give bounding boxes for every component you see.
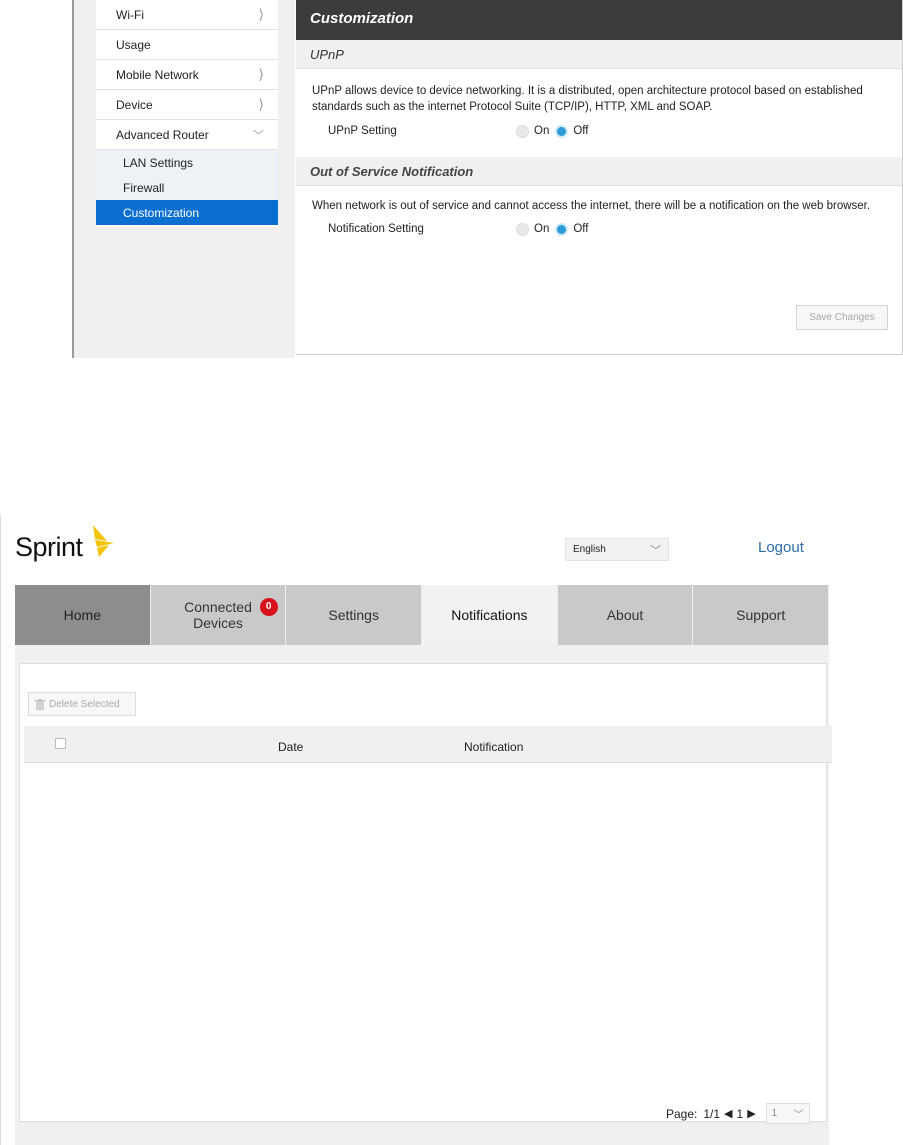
delete-selected-label: Delete Selected (49, 698, 120, 710)
page-select-value: 1 (771, 1108, 778, 1119)
chevron-right-icon: ⟩ (258, 66, 264, 82)
chevron-right-icon: ⟩ (258, 6, 264, 22)
select-all-checkbox[interactable] (55, 738, 66, 749)
language-value: English (573, 544, 606, 555)
language-select[interactable]: English ﹀ (565, 538, 669, 561)
sidebar-subitem-lan-settings[interactable]: LAN Settings (96, 150, 278, 175)
sidebar-bottom-edge (96, 225, 278, 227)
column-header-date: Date (278, 740, 304, 754)
oos-section-heading: Out of Service Notification (296, 157, 902, 186)
upnp-on-label: On (534, 125, 550, 137)
upnp-on-radio[interactable] (516, 124, 529, 138)
sidebar-item-label: Advanced Router (116, 127, 209, 142)
tab-about[interactable]: About (558, 585, 694, 645)
main-tabs: Home Connected Devices 0 Settings Notifi… (15, 585, 830, 645)
sidebar-item-mobile-network[interactable]: Mobile Network ⟩ (96, 60, 278, 90)
pager-label: Page: (666, 1106, 698, 1121)
logout-link[interactable]: Logout (758, 539, 804, 556)
sidebar-item-wifi[interactable]: Wi-Fi ⟩ (96, 0, 278, 30)
notifications-card: Delete Selected Date Notification (19, 663, 832, 1122)
chevron-down-icon: ﹀ (650, 544, 661, 557)
save-changes-button[interactable]: Save Changes (796, 305, 888, 330)
column-header-notification: Notification (464, 740, 524, 754)
page-title: Customization (296, 0, 902, 40)
router-customization-screenshot: Wi-Fi ⟩ Usage Mobile Network ⟩ Device ⟩ … (0, 0, 903, 358)
tab-label: Notifications (451, 607, 528, 623)
sidebar-item-label: Usage (116, 37, 151, 52)
sidebar-subitem-customization[interactable]: Customization (96, 200, 278, 225)
tab-label: Home (63, 607, 102, 623)
chevron-down-icon: ﹀ (793, 1110, 804, 1121)
notifications-screenshot: Sprint English ﹀ Logout Home Connected D… (0, 515, 903, 1145)
page-select[interactable]: 1 ﹀ (765, 1103, 810, 1124)
pager-current-of-total: 1/1 (703, 1106, 721, 1121)
sprint-logo: Sprint (15, 523, 121, 563)
table-header: Date Notification (24, 726, 832, 763)
tab-label: About (606, 607, 644, 623)
upnp-section-heading: UPnP (296, 40, 902, 69)
next-page-icon[interactable]: ▶ (747, 1107, 755, 1120)
upnp-off-radio[interactable] (555, 124, 569, 138)
sidebar-subitem-label: Customization (123, 205, 200, 220)
notification-off-label: Off (573, 223, 589, 235)
notification-setting-label: Notification Setting (328, 223, 424, 235)
sidebar-item-label: Mobile Network (116, 67, 199, 82)
sprint-pin-icon (92, 525, 114, 557)
tab-home[interactable]: Home (15, 585, 151, 645)
notification-setting-row: Notification Setting On Off (296, 217, 902, 241)
trash-icon (35, 698, 45, 710)
sidebar-item-label: Device (116, 97, 153, 112)
prev-page-icon[interactable]: ◀ (724, 1107, 732, 1120)
delete-selected-button[interactable]: Delete Selected (28, 692, 136, 716)
sidebar-item-advanced-router[interactable]: Advanced Router ﹀ (96, 120, 278, 150)
tab-label-line2: Devices (193, 615, 243, 631)
upnp-setting-label: UPnP Setting (328, 125, 397, 137)
sidebar-subitem-firewall[interactable]: Firewall (96, 175, 278, 200)
logo-wordmark: Sprint (15, 532, 83, 562)
chevron-right-icon: ⟩ (258, 96, 264, 112)
sidebar-item-label: Wi-Fi (116, 7, 144, 22)
tab-support[interactable]: Support (693, 585, 830, 645)
notification-on-label: On (534, 223, 550, 235)
tab-label-line1: Connected (184, 599, 252, 615)
notification-on-radio[interactable] (516, 222, 529, 236)
tab-notifications[interactable]: Notifications (422, 585, 558, 645)
tab-connected-devices[interactable]: Connected Devices 0 (151, 585, 287, 645)
tab-label: Settings (328, 607, 379, 623)
app-shell: Sprint English ﹀ Logout Home Connected D… (0, 515, 838, 1145)
upnp-off-label: Off (573, 125, 589, 137)
tab-label: Connected Devices (184, 599, 252, 631)
sidebar-item-device[interactable]: Device ⟩ (96, 90, 278, 120)
upnp-description: UPnP allows device to device networking.… (312, 85, 863, 113)
sidebar-subitem-label: LAN Settings (123, 155, 194, 170)
sidebar-subitem-label: Firewall (123, 180, 165, 195)
sidebar-item-usage[interactable]: Usage (96, 30, 278, 60)
tab-label: Support (736, 607, 786, 623)
tab-settings[interactable]: Settings (286, 585, 423, 645)
pager-page-number: 1 (736, 1106, 744, 1121)
sidebar-nav: Wi-Fi ⟩ Usage Mobile Network ⟩ Device ⟩ … (96, 0, 278, 227)
notification-off-radio[interactable] (555, 222, 569, 236)
chevron-down-icon: ﹀ (253, 129, 264, 142)
connected-devices-count-badge: 0 (259, 598, 278, 616)
pagination: Page: 1/1 ◀ 1 ▶ 1 ﹀ (666, 1103, 810, 1124)
customization-panel: Customization UPnP UPnP allows device to… (296, 0, 903, 355)
oos-description: When network is out of service and canno… (312, 200, 871, 212)
upnp-setting-row: UPnP Setting On Off (296, 119, 902, 143)
